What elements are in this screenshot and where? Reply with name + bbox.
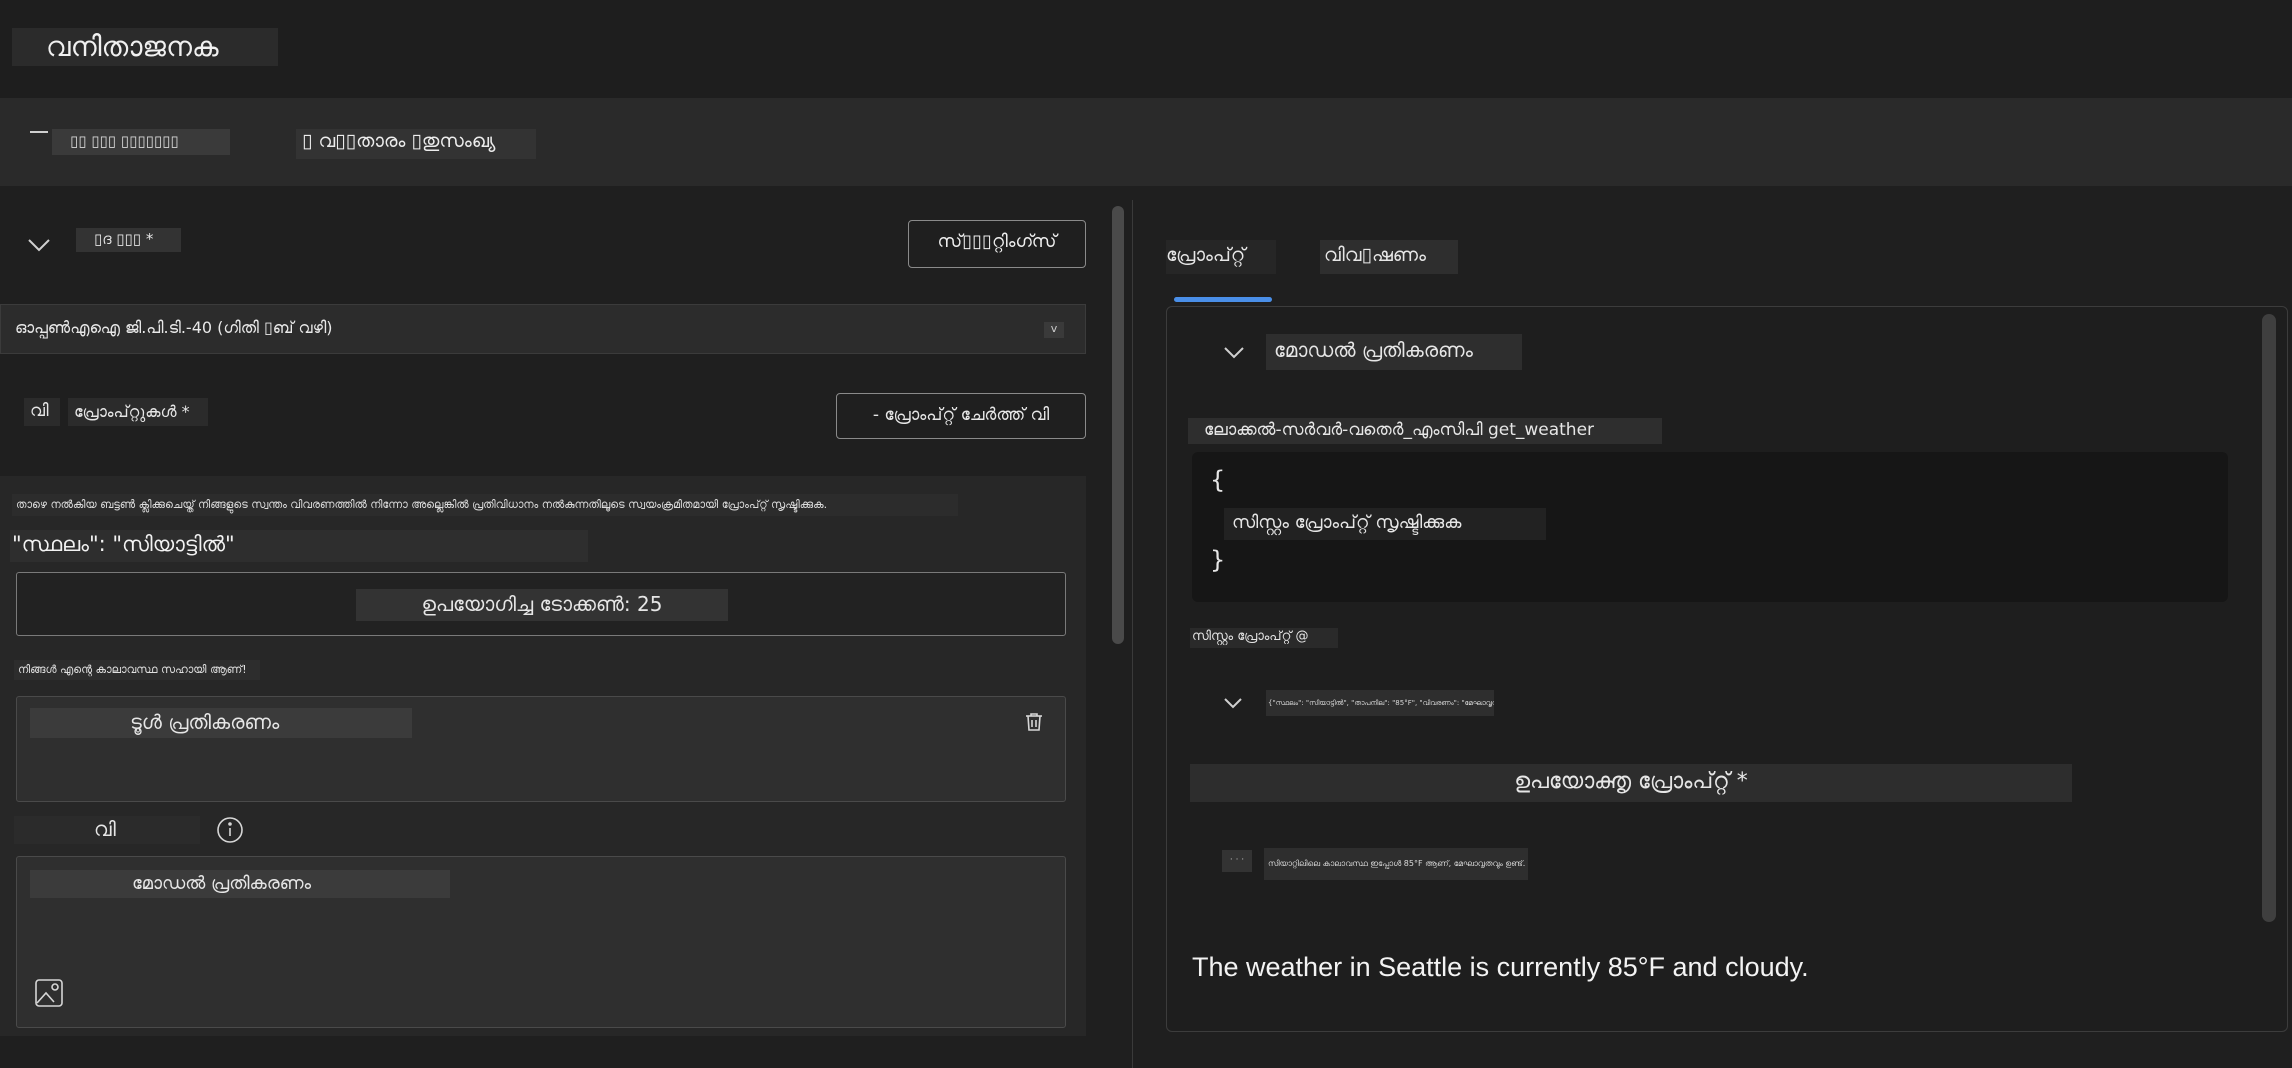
toolbar-right-item[interactable]: ▯ വ▯▯താരം ▯തുസംഖ്യ xyxy=(296,129,536,159)
prompts-prefix-label: വി xyxy=(24,398,60,426)
add-prompt-button[interactable]: - പ്രോംപ്റ്റ് ചേർത്ത് വി xyxy=(836,393,1086,439)
settings-button[interactable]: സ്▯▯▯റ്റിംഗ്സ് xyxy=(908,220,1086,268)
tab-analysis[interactable]: വിവ▯ഷണം xyxy=(1320,240,1458,274)
active-tab-indicator xyxy=(1174,297,1272,302)
toolbar-left-item[interactable]: ▯▯ ▯▯▯ ▯▯▯▯▯▯▯ xyxy=(52,129,230,155)
final-answer: The weather in Seattle is currently 85°F… xyxy=(1192,952,1809,982)
menu-icon[interactable] xyxy=(30,131,48,133)
top-bar xyxy=(0,0,2292,98)
tool-response-label: ടൂൾ പ്രതികരണം xyxy=(30,708,412,738)
model-response-label: മോഡൽ പ്രതികരണം xyxy=(30,870,450,898)
pane-divider[interactable] xyxy=(1132,200,1133,1068)
model-response-prefix-label: വി xyxy=(14,816,200,844)
system-json-output: {"സ്ഥലം": "സിയാട്ടിൽ", "താപനില": "85°F",… xyxy=(1266,690,1494,716)
chevron-down-icon[interactable] xyxy=(1222,692,1244,714)
info-icon[interactable] xyxy=(216,816,244,844)
code-brace-close: } xyxy=(1210,546,1226,574)
tool-call-name: ലോക്കൽ-സർവർ-വതെർ_എംസിപി get_weather xyxy=(1188,418,1662,444)
tokens-used-text: ഉപയോഗിച്ച ടോക്കണ്‍: 25 xyxy=(356,589,728,621)
prompts-label: പ്രോംപ്റ്റുകൾ * xyxy=(68,398,208,426)
response-heading: മോഡൽ പ്രതികരണം xyxy=(1266,334,1522,370)
prompt-description: താഴെ നൽകിയ ബട്ടൺ ക്ലിക്കുചെയ്ത് നിങ്ങളുട… xyxy=(12,494,958,516)
trash-icon[interactable] xyxy=(1022,710,1046,734)
tab-prompt[interactable]: പ്രോംപ്റ്റ് xyxy=(1166,240,1276,274)
user-prompt-label: ഉപയോക്തൃ പ്രോംപ്റ്റ് * xyxy=(1190,764,2072,802)
left-scrollbar[interactable] xyxy=(1112,206,1124,644)
image-icon[interactable] xyxy=(34,978,64,1008)
agent-section-label: ▯ദ ▯▯▯ * xyxy=(76,228,181,252)
response-scrollbar[interactable] xyxy=(2262,314,2276,922)
chevron-down-icon[interactable] xyxy=(1222,340,1246,364)
response-panel xyxy=(1166,306,2288,1032)
chevron-down-icon[interactable]: v xyxy=(1044,322,1064,338)
model-select[interactable]: ഓപ്പൺഎഐ ജി.പി.ടി.-40 (ഗിതി ▯ബ് വഴി) xyxy=(0,304,1086,354)
user-message-tag: · · · xyxy=(1222,850,1252,872)
assistant-role-text[interactable]: നിങ്ങൾ എന്റെ കാലാവസ്ഥ സഹായി ആണ്! xyxy=(14,660,260,680)
app-title: വനിതാജനക xyxy=(12,28,278,66)
code-line: സിസ്റ്റം പ്രോംപ്റ്റ് സൃഷ്ടിക്കുക xyxy=(1224,508,1546,540)
location-text[interactable]: "സ്ഥലം": "സിയാട്ടിൽ" xyxy=(10,530,588,562)
user-message: സിയാറ്റിലിലെ കാലാവസ്ഥ ഇപ്പോൾ 85°F ആണ്, മ… xyxy=(1264,848,1528,880)
chevron-down-icon[interactable] xyxy=(26,232,52,258)
code-brace-open: { xyxy=(1210,466,1226,494)
system-prompt-label: സിസ്റ്റം പ്രോംപ്റ്റ് @ xyxy=(1190,628,1338,648)
